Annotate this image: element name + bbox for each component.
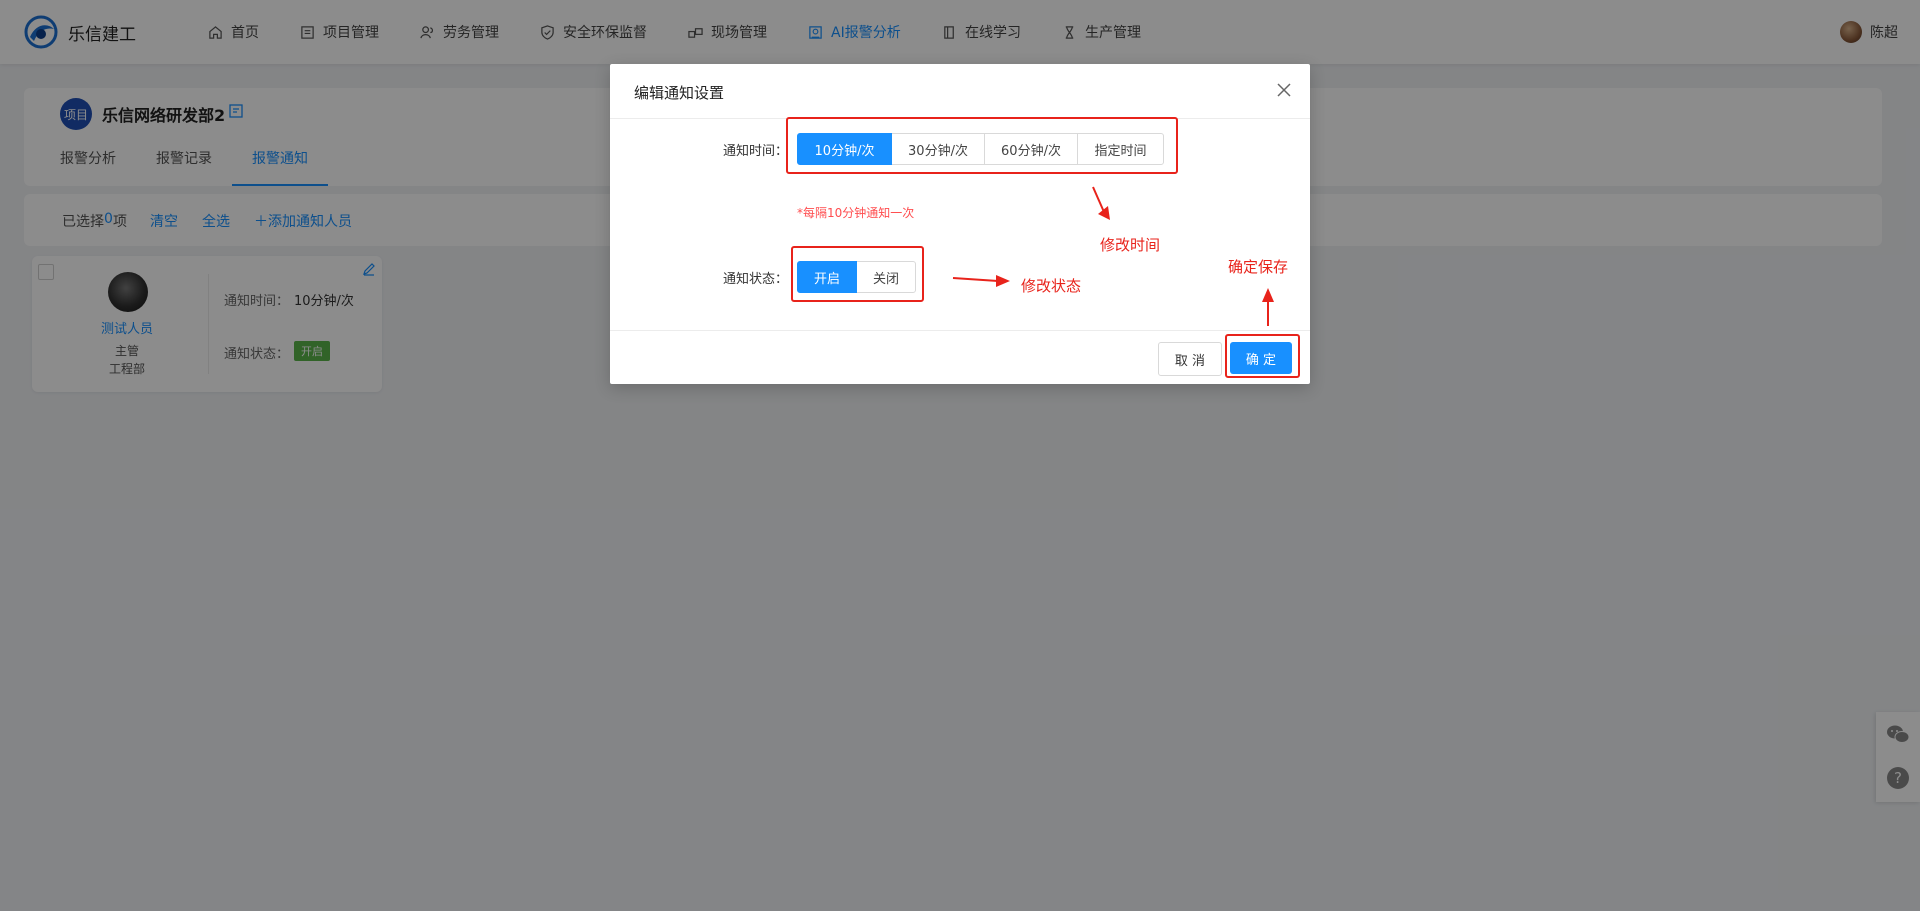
notify-time-label: 通知时间： — [722, 144, 788, 159]
close-icon[interactable] — [1276, 82, 1292, 98]
edit-notify-dialog: 编辑通知设置 通知时间： 10分钟/次 30分钟/次 60分钟/次 指定时间 *… — [610, 64, 1310, 384]
annotation-confirm-save: 确定保存 — [1228, 258, 1289, 276]
divider — [610, 330, 1310, 331]
dialog-title: 编辑通知设置 — [634, 84, 725, 102]
status-option-on[interactable]: 开启 — [797, 261, 857, 293]
time-option-10[interactable]: 10分钟/次 — [797, 133, 892, 165]
highlight-confirm-button — [1225, 334, 1300, 378]
annotation-modify-status: 修改状态 — [1021, 277, 1082, 295]
annotation-modify-time: 修改时间 — [1100, 236, 1161, 254]
cancel-button[interactable]: 取 消 — [1158, 342, 1222, 376]
notify-status-label: 通知状态： — [722, 272, 788, 287]
notify-hint: *每隔10分钟通知一次 — [797, 206, 915, 220]
